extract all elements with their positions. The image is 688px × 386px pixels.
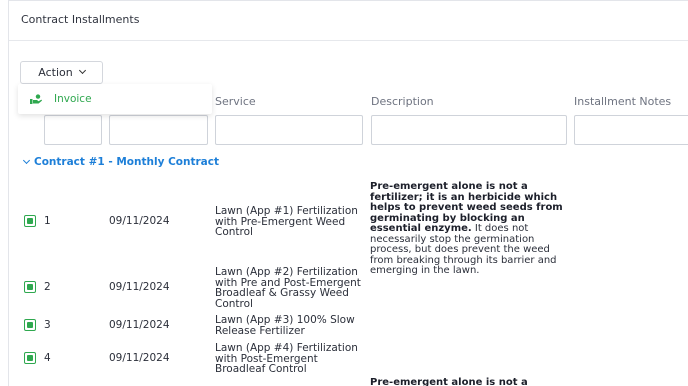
filter-description-input[interactable]: [371, 115, 567, 145]
row-description: Pre-emergent alone is not a fertilizer;: [370, 377, 570, 386]
filter-service-input[interactable]: [215, 115, 363, 145]
column-header-installment-notes[interactable]: Installment Notes: [574, 95, 671, 108]
column-header-description[interactable]: Description: [371, 95, 434, 108]
row-number: 2: [44, 281, 51, 293]
row-date: 09/11/2024: [109, 281, 170, 293]
row-number: 4: [44, 352, 51, 364]
row-date: 09/11/2024: [109, 215, 170, 227]
filter-number-input[interactable]: [44, 115, 102, 145]
title-divider: [9, 40, 688, 41]
row-date: 09/11/2024: [109, 352, 170, 364]
row-checkbox[interactable]: [24, 215, 36, 227]
action-dropdown-button[interactable]: Action: [20, 61, 103, 84]
row-description-bold: Pre-emergent alone is not a fertilizer; …: [370, 181, 563, 234]
action-dropdown-menu: Invoice: [18, 84, 212, 114]
action-button-label: Action: [38, 66, 73, 79]
row-number: 3: [44, 319, 51, 331]
contract-group-label: Contract #1 - Monthly Contract: [34, 156, 220, 168]
filter-installment-notes-input[interactable]: [574, 115, 688, 145]
row-description: Pre-emergent alone is not a fertilizer; …: [370, 181, 570, 277]
menu-item-invoice-label: Invoice: [54, 93, 92, 105]
row-checkbox[interactable]: [24, 281, 36, 293]
menu-item-invoice[interactable]: Invoice: [18, 84, 212, 114]
contract-group-header[interactable]: Contract #1 - Monthly Contract: [22, 156, 220, 168]
row-checkbox[interactable]: [24, 319, 36, 331]
row-service: Lawn (App #4) Fertilization with Post-Em…: [215, 342, 358, 375]
chevron-down-icon: [22, 156, 31, 164]
row-number: 1: [44, 215, 51, 227]
row-description-bold: Pre-emergent alone is not a fertilizer;: [370, 377, 528, 386]
filter-date-input[interactable]: [109, 115, 208, 145]
row-checkbox[interactable]: [24, 352, 36, 364]
row-service: Lawn (App #1) Fertilization with Pre-Eme…: [215, 205, 358, 238]
panel-title: Contract Installments: [21, 13, 140, 26]
column-header-service[interactable]: Service: [215, 95, 256, 108]
row-service: Lawn (App #3) 100% Slow Release Fertiliz…: [215, 314, 355, 337]
chevron-down-icon: [78, 66, 86, 75]
row-service: Lawn (App #2) Fertilization with Pre and…: [215, 266, 361, 310]
row-date: 09/11/2024: [109, 319, 170, 331]
hand-money-icon: [30, 94, 42, 104]
